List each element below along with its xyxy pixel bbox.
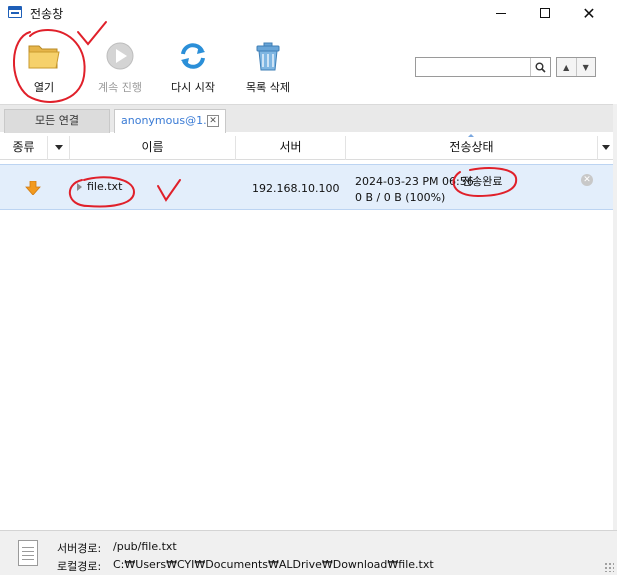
column-status-label: 전송상태 (449, 140, 494, 154)
restart-label: 다시 시작 (171, 81, 215, 94)
remove-row-icon[interactable]: ✕ (581, 174, 593, 186)
dropdown-arrow-icon (601, 145, 610, 150)
close-window-button[interactable]: ✕ (566, 0, 612, 26)
minimize-icon (496, 12, 506, 14)
column-type-dropdown[interactable] (48, 136, 70, 160)
local-path-label: 로컬경로: (57, 560, 102, 573)
maximize-button[interactable] (522, 0, 568, 26)
expand-arrow-icon[interactable] (77, 183, 82, 191)
open-label: 열기 (33, 81, 55, 94)
minimize-button[interactable] (478, 0, 524, 26)
close-icon: ✕ (582, 3, 596, 23)
transfer-size: 0 B / 0 B (100%) (355, 191, 446, 204)
restart-button[interactable]: 다시 시작 (165, 40, 221, 95)
local-path-value: C:₩Users₩CYI₩Documents₩ALDrive₩Download₩… (113, 558, 434, 571)
tab-anonymous[interactable]: anonymous@1... ✕ (114, 109, 226, 133)
transfer-row[interactable]: file.txt 192.168.10.100 2024-03-23 PM 06… (0, 164, 613, 210)
sort-indicator-icon (468, 134, 474, 137)
resume-button[interactable]: 계속 진행 (92, 40, 148, 95)
column-status[interactable]: 전송상태 (346, 134, 597, 160)
server-address: 192.168.10.100 (252, 182, 340, 195)
play-icon (102, 40, 138, 72)
file-name: file.txt (87, 180, 123, 193)
search-icon (535, 62, 546, 73)
delete-list-button[interactable]: 목록 삭제 (240, 40, 296, 95)
search-nav: ▲ ▼ (556, 57, 596, 77)
title-bar: 전송창 ✕ (0, 0, 617, 26)
refresh-icon (175, 40, 211, 72)
transfer-time: 2024-03-23 PM 06:56 (355, 175, 474, 188)
toolbar: 열기 계속 진행 다시 시작 목록 삭제 ▲ ▼ (0, 26, 617, 104)
search-box (415, 57, 551, 77)
document-icon (18, 540, 38, 566)
transfer-status: 전송완료 (462, 175, 503, 188)
window-title: 전송창 (30, 7, 64, 21)
search-input[interactable] (418, 59, 528, 75)
column-name[interactable]: 이름 (70, 136, 236, 160)
list-header: 종류 이름 서버 전송상태 (0, 134, 613, 160)
connection-tabs: 모든 연결 anonymous@1... ✕ (0, 104, 613, 133)
dropdown-arrow-icon (54, 145, 63, 150)
tab-close-icon[interactable]: ✕ (207, 115, 219, 127)
tab-anonymous-label: anonymous@1... (121, 114, 214, 127)
trash-icon (250, 40, 286, 72)
server-path-label: 서버경로: (57, 542, 102, 555)
folder-icon (26, 40, 62, 72)
server-path-value: /pub/file.txt (113, 540, 177, 553)
download-arrow-icon (25, 180, 41, 198)
search-next-button[interactable]: ▼ (577, 58, 596, 76)
maximize-icon (540, 8, 550, 18)
resize-grip[interactable] (604, 562, 614, 572)
search-button[interactable] (530, 58, 550, 76)
path-info-footer: 서버경로: /pub/file.txt 로컬경로: C:₩Users₩CYI₩D… (0, 530, 617, 575)
column-type[interactable]: 종류 (0, 136, 48, 160)
app-window-icon (8, 6, 22, 18)
column-status-dropdown[interactable] (597, 136, 613, 160)
delete-list-label: 목록 삭제 (246, 81, 290, 94)
resume-label: 계속 진행 (98, 81, 142, 94)
column-server[interactable]: 서버 (236, 136, 346, 160)
tab-all-connections[interactable]: 모든 연결 (4, 109, 110, 133)
vertical-scrollbar[interactable] (613, 104, 617, 535)
search-prev-button[interactable]: ▲ (557, 58, 577, 76)
open-button[interactable]: 열기 (20, 40, 68, 95)
